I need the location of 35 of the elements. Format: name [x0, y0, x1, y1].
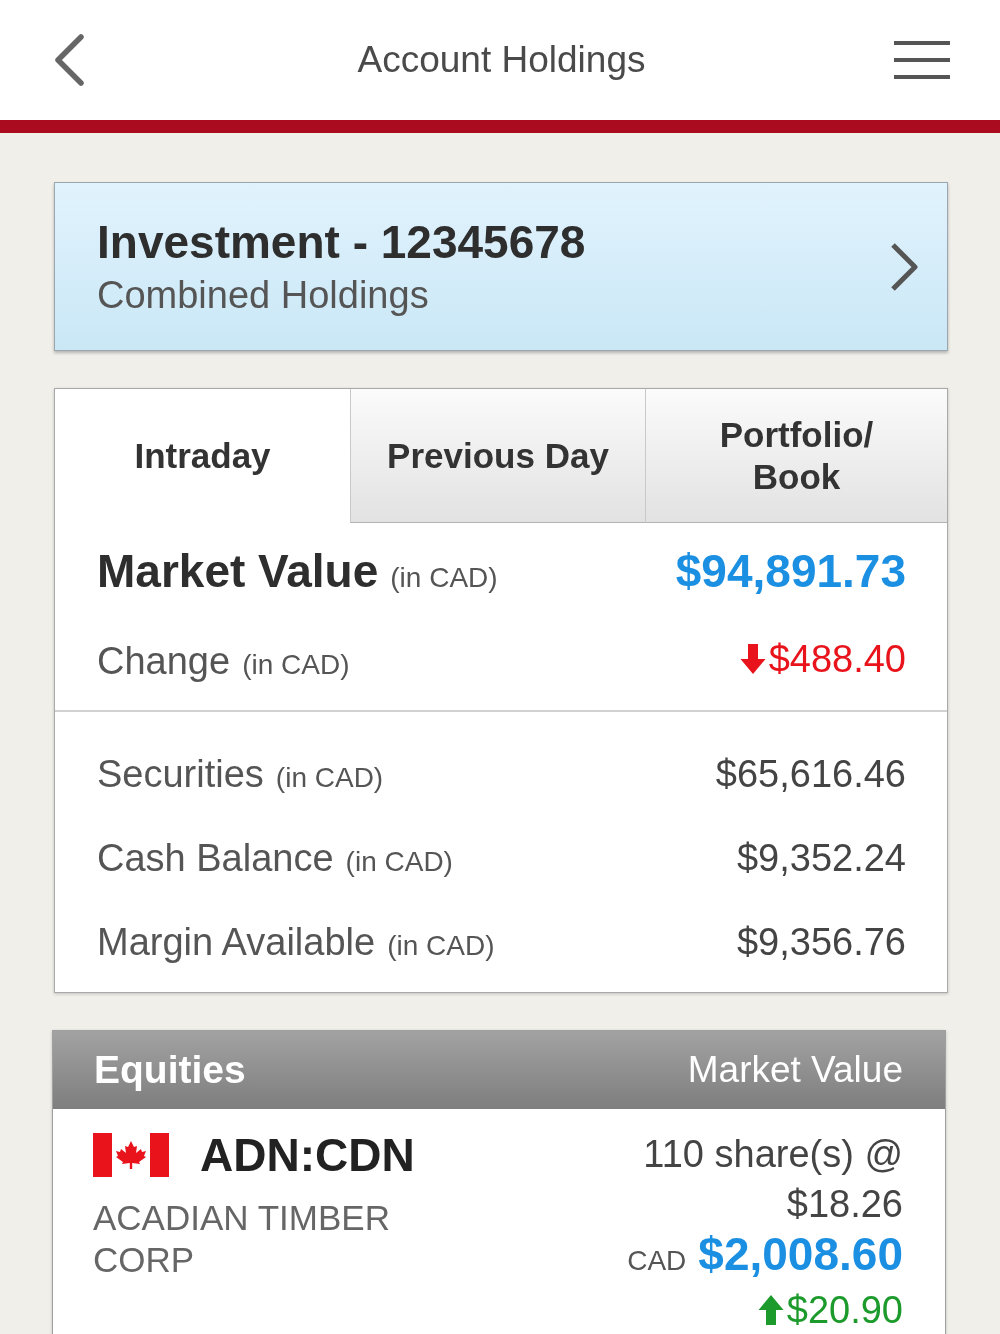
section-title: Equities [94, 1048, 246, 1092]
holding-change-amount: $20.90 [786, 1288, 903, 1332]
column-heading: Market Value [687, 1049, 903, 1091]
currency-note: (in CAD) [390, 561, 498, 595]
currency-note: (in CAD) [242, 648, 350, 682]
balance-amount: $9,352.24 [736, 836, 906, 881]
balance-label: Margin Available [97, 920, 376, 965]
page-title: Account Holdings [357, 39, 646, 81]
change-amount: $488.40 [768, 637, 906, 682]
back-icon[interactable] [53, 34, 85, 86]
balance-amount: $65,616.46 [715, 752, 906, 797]
account-card[interactable]: Investment - 12345678 Combined Holdings [54, 182, 948, 351]
account-subtitle: Combined Holdings [97, 272, 430, 318]
tab[interactable]: Portfolio/ Book [645, 389, 947, 523]
maple-leaf-flag-icon [93, 1133, 169, 1177]
company-name: ACADIAN TIMBER CORP [93, 1197, 391, 1281]
share-quantity: 110 share(s) @ [643, 1132, 903, 1177]
currency-code: CAD [627, 1244, 687, 1278]
tab[interactable]: Previous Day [350, 389, 645, 523]
currency-note: (in CAD) [387, 929, 495, 963]
tab[interactable]: Intraday [55, 389, 350, 523]
currency-note: (in CAD) [345, 845, 453, 879]
menu-icon[interactable] [894, 41, 950, 79]
share-price: $18.26 [786, 1182, 903, 1227]
balance-label: Cash Balance [97, 836, 334, 881]
stock-symbol: ADN:CDN [200, 1129, 415, 1181]
account-title: Investment - 12345678 [97, 214, 586, 270]
change-label: Change [97, 639, 231, 684]
holding-market-value: $2,008.60 [698, 1229, 903, 1279]
balance-amount: $9,356.76 [736, 920, 906, 965]
chevron-right-icon [889, 241, 919, 292]
market-value-label: Market Value [97, 544, 379, 599]
balance-label: Securities [97, 752, 264, 797]
currency-note: (in CAD) [275, 761, 384, 795]
market-value-amount: $94,891.73 [675, 544, 906, 599]
